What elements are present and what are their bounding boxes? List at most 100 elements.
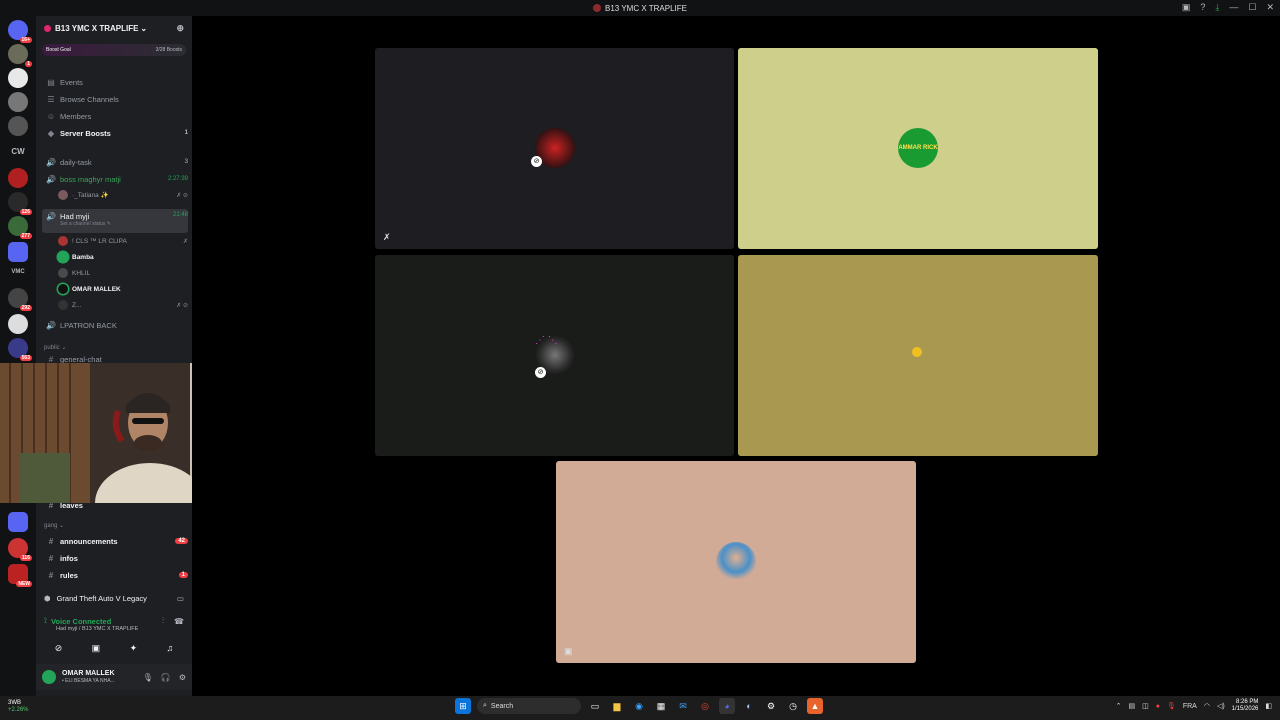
help-icon[interactable]: ?: [1200, 2, 1205, 13]
taskbar-search[interactable]: ⌕ Search: [477, 698, 581, 714]
volume-icon[interactable]: ◁): [1217, 702, 1225, 710]
server-icon-3[interactable]: [8, 92, 28, 112]
inbox-icon[interactable]: ▣: [1182, 2, 1191, 13]
user-name: OMAR MALLEK: [62, 670, 115, 677]
tile-user-3[interactable]: ⋰ ⋱ ⊘: [375, 255, 734, 456]
channel-infos[interactable]: # infos: [42, 550, 188, 566]
voice-user-name: Bamba: [72, 253, 94, 261]
language-indicator[interactable]: FRA: [1183, 703, 1197, 710]
activity-panel[interactable]: ⬢ Grand Theft Auto V Legacy ▭: [36, 590, 192, 606]
file-explorer-icon[interactable]: ▆: [609, 698, 625, 714]
wifi-icon[interactable]: ◠: [1204, 702, 1210, 710]
channel-status[interactable]: Set a channel status ✎: [60, 221, 111, 227]
folder-icon-2[interactable]: [8, 512, 28, 532]
folder-label[interactable]: CW: [0, 147, 36, 156]
rockstar-icon[interactable]: ⚙: [763, 698, 779, 714]
voice-connected-label[interactable]: Voice Connected: [51, 617, 111, 626]
server-icon-5[interactable]: [8, 168, 28, 188]
nav-members[interactable]: ☺ Members: [42, 108, 188, 124]
folder-label-2[interactable]: VMC: [0, 269, 36, 275]
unread-badge: 16+: [19, 37, 32, 43]
nav-events[interactable]: ▤ Events: [42, 74, 188, 90]
voice-user[interactable]: OMAR MALLEK: [58, 282, 188, 296]
channel-lpatron-back[interactable]: 🔊 LPATRON BACK: [42, 317, 188, 333]
nav-browse-channels[interactable]: ☰ Browse Channels: [42, 91, 188, 107]
voice-user[interactable]: ·_Tatiana ✨ ✗ ⊘: [58, 188, 188, 202]
stock-widget[interactable]: 3WB +2.26%: [8, 700, 29, 714]
tray-discord-icon[interactable]: ●: [1156, 703, 1160, 710]
server-icon-4[interactable]: [8, 116, 28, 136]
server-icon-9[interactable]: [8, 314, 28, 334]
calendar-icon: ▤: [47, 77, 55, 87]
voice-user[interactable]: KHLIL: [58, 266, 188, 280]
tile-user-4[interactable]: [738, 255, 1098, 456]
server-icon-10[interactable]: 563: [8, 338, 32, 361]
tile-user-2[interactable]: AMMAR RICK: [738, 48, 1098, 249]
channel-had-myji[interactable]: 🔊 Had myji Set a channel status ✎ 21:48: [42, 209, 188, 233]
app-icon[interactable]: ◷: [785, 698, 801, 714]
chevron-up-icon[interactable]: ⌃: [1116, 702, 1122, 710]
channel-general-chat[interactable]: # general-chat: [42, 355, 188, 363]
microphone-icon[interactable]: 🎙: [143, 673, 153, 682]
channel-boss-maghyr-matji[interactable]: 🔊 boss maghyr matji 2:27:39: [42, 171, 188, 187]
gear-icon[interactable]: ⚙: [179, 673, 186, 682]
server-icon-1[interactable]: 1: [8, 44, 32, 67]
tile-user-1[interactable]: ⊘ ✗: [375, 48, 734, 249]
gta-launcher-icon[interactable]: ▲: [807, 698, 823, 714]
clock[interactable]: 8:26 PM 1/15/2026: [1232, 699, 1259, 713]
new-server-icon[interactable]: NEW: [8, 564, 32, 587]
server-list: 16+ 1 CW 126 277 VMC 292 563 116 NEW: [0, 16, 36, 696]
boost-goal-bar[interactable]: Boost Goal 3/28 Boosts: [42, 44, 186, 56]
store-icon[interactable]: ▦: [653, 698, 669, 714]
task-view-icon[interactable]: ▭: [587, 698, 603, 714]
search-icon: ⌕: [483, 702, 487, 709]
headphones-icon[interactable]: 🎧: [161, 673, 171, 682]
folder-icon[interactable]: [8, 242, 28, 262]
video-off-button[interactable]: ⊘: [55, 643, 63, 654]
members-icon: ☺: [46, 111, 56, 121]
tray-app-icon[interactable]: ▤: [1128, 702, 1135, 710]
category-public[interactable]: public ⌄: [44, 344, 66, 351]
server-icon-8[interactable]: 292: [8, 288, 32, 311]
channel-label: daily-task: [60, 157, 92, 167]
edge-icon[interactable]: ◉: [631, 698, 647, 714]
server-icon-6[interactable]: 126: [8, 192, 32, 215]
share-screen-button[interactable]: ▣: [92, 643, 101, 654]
tray-app-icon[interactable]: ◫: [1142, 702, 1149, 710]
tile-user-5[interactable]: ▣: [556, 461, 916, 663]
channel-rules[interactable]: # rules 1: [42, 567, 188, 583]
user-info[interactable]: OMAR MALLEK • ELI BESMA YA NHA...: [62, 670, 115, 684]
direct-messages-icon[interactable]: 16+: [8, 20, 32, 43]
screen-share-icon[interactable]: ▭: [177, 594, 184, 603]
nav-server-boosts[interactable]: ◆ Server Boosts 1: [42, 125, 188, 141]
server-icon-7[interactable]: 277: [8, 216, 32, 239]
server-icon-2[interactable]: [8, 68, 28, 88]
disconnect-icon[interactable]: ☎: [174, 617, 184, 626]
download-icon[interactable]: ⤓: [1215, 2, 1219, 13]
start-icon[interactable]: ⊞: [455, 698, 471, 714]
voice-user-name: OMAR MALLEK: [72, 285, 121, 293]
voice-user[interactable]: ! CLS ™ LR CLIPA ✗: [58, 234, 188, 248]
activities-button[interactable]: ✦: [130, 643, 138, 654]
unread-badge: 1: [25, 61, 32, 67]
notifications-icon[interactable]: ◧: [1265, 702, 1272, 710]
minimize-icon[interactable]: —: [1229, 2, 1238, 13]
mail-icon[interactable]: ✉: [675, 698, 691, 714]
chrome-icon[interactable]: ◎: [697, 698, 713, 714]
avatar[interactable]: [42, 670, 56, 684]
microphone-icon[interactable]: 🎙: [1167, 702, 1176, 710]
server-icon-11[interactable]: 116: [8, 538, 32, 561]
channel-announcements[interactable]: # announcements 42: [42, 533, 188, 549]
invite-icon[interactable]: ⊕: [176, 23, 184, 34]
server-header[interactable]: B13 YMC X TRAPLIFE ⌄ ⊕: [36, 16, 192, 40]
channel-daily-task[interactable]: 🔊 daily-task 3: [42, 154, 188, 170]
maximize-icon[interactable]: ☐: [1248, 2, 1256, 13]
steam-icon[interactable]: ◐: [741, 698, 757, 714]
close-icon[interactable]: ✕: [1266, 2, 1274, 13]
voice-user[interactable]: Z... ✗ ⊘: [58, 298, 188, 312]
voice-user[interactable]: Bamba: [58, 250, 188, 264]
noise-suppression-icon[interactable]: ⫶: [162, 616, 164, 626]
discord-icon[interactable]: ◕: [719, 698, 735, 714]
category-gang[interactable]: gang ⌄: [44, 522, 64, 529]
soundboard-button[interactable]: ♫: [167, 643, 174, 654]
